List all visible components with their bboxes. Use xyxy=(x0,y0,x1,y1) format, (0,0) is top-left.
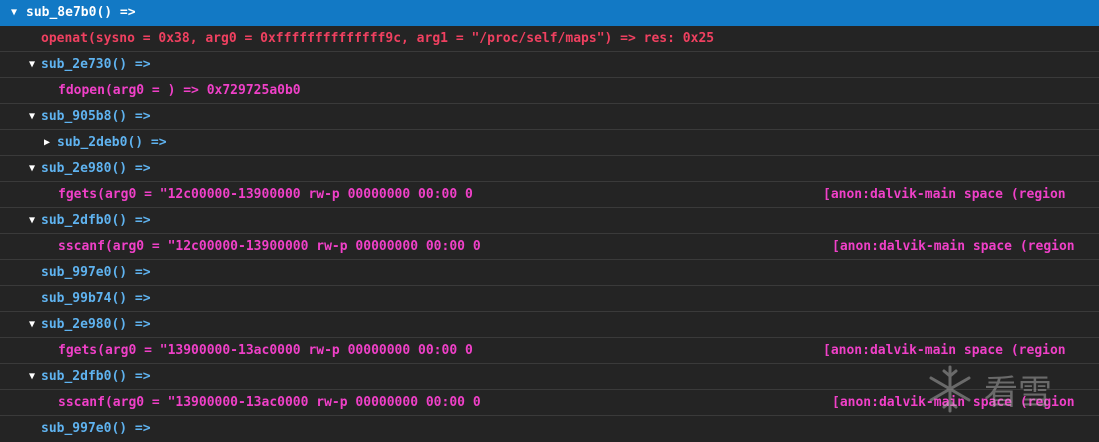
expand-down-icon[interactable]: ▼ xyxy=(26,364,38,389)
trace-row-sub_8e7b0[interactable]: ▼ sub_8e7b0() => xyxy=(0,0,1099,26)
function-node-label: sub_2dfb0() => xyxy=(41,369,151,384)
trace-row-sub_99b74[interactable]: sub_99b74() => xyxy=(0,286,1099,312)
expand-down-icon[interactable]: ▼ xyxy=(26,156,38,181)
trace-row-sub_2e980[interactable]: ▼ sub_2e980() => xyxy=(0,156,1099,182)
function-node-label: sub_99b74() => xyxy=(41,291,151,306)
function-node-label: sub_997e0() => xyxy=(41,265,151,280)
call-entry: sscanf(arg0 = "13900000-13ac0000 rw-p 00… xyxy=(58,395,481,410)
anon-region-label: [anon:dalvik-main space (region xyxy=(823,187,1066,202)
snowflake-logo-icon xyxy=(929,365,971,413)
syscall-entry: openat(sysno = 0x38, arg0 = 0xffffffffff… xyxy=(41,31,715,46)
trace-row-openat[interactable]: openat(sysno = 0x38, arg0 = 0xffffffffff… xyxy=(0,26,1099,52)
function-node-label: sub_2deb0() => xyxy=(57,135,167,150)
function-node-label: sub_905b8() => xyxy=(41,109,151,124)
trace-row-fgets[interactable]: fgets(arg0 = "12c00000-13900000 rw-p 000… xyxy=(0,182,1099,208)
call-entry: sscanf(arg0 = "12c00000-13900000 rw-p 00… xyxy=(58,239,481,254)
call-entry: fgets(arg0 = "12c00000-13900000 rw-p 000… xyxy=(58,187,473,202)
trace-row-sub_2e980[interactable]: ▼ sub_2e980() => xyxy=(0,312,1099,338)
anon-region-label: [anon:dalvik-main space (region xyxy=(832,239,1075,254)
trace-row-sscanf[interactable]: sscanf(arg0 = "12c00000-13900000 rw-p 00… xyxy=(0,234,1099,260)
watermark-text: 看雪 xyxy=(984,372,1052,413)
expand-down-icon[interactable]: ▼ xyxy=(26,104,38,129)
function-node-label: sub_2e730() => xyxy=(41,57,151,72)
trace-row-fdopen[interactable]: fdopen(arg0 = ) => 0x729725a0b0 xyxy=(0,78,1099,104)
function-node-label: sub_997e0() => xyxy=(41,421,151,436)
function-node-label: sub_8e7b0() => xyxy=(26,5,136,20)
call-entry: fgets(arg0 = "13900000-13ac0000 rw-p 000… xyxy=(58,343,473,358)
trace-row-sub_2dfb0[interactable]: ▼ sub_2dfb0() => xyxy=(0,208,1099,234)
trace-row-sub_2deb0[interactable]: ▶ sub_2deb0() => xyxy=(0,130,1099,156)
kanxue-watermark: 看雪 xyxy=(922,359,1082,419)
expand-down-icon[interactable]: ▼ xyxy=(26,52,38,77)
expand-down-icon[interactable]: ▼ xyxy=(26,208,38,233)
expand-down-icon[interactable]: ▼ xyxy=(8,0,20,25)
function-node-label: sub_2e980() => xyxy=(41,161,151,176)
trace-row-sub_905b8[interactable]: ▼ sub_905b8() => xyxy=(0,104,1099,130)
trace-row-sub_997e0[interactable]: sub_997e0() => xyxy=(0,416,1099,442)
function-node-label: sub_2dfb0() => xyxy=(41,213,151,228)
trace-row-sub_2e730[interactable]: ▼ sub_2e730() => xyxy=(0,52,1099,78)
trace-row-sub_997e0[interactable]: sub_997e0() => xyxy=(0,260,1099,286)
expand-right-icon[interactable]: ▶ xyxy=(41,130,53,155)
call-entry: fdopen(arg0 = ) => 0x729725a0b0 xyxy=(58,83,301,98)
expand-down-icon[interactable]: ▼ xyxy=(26,312,38,337)
function-node-label: sub_2e980() => xyxy=(41,317,151,332)
